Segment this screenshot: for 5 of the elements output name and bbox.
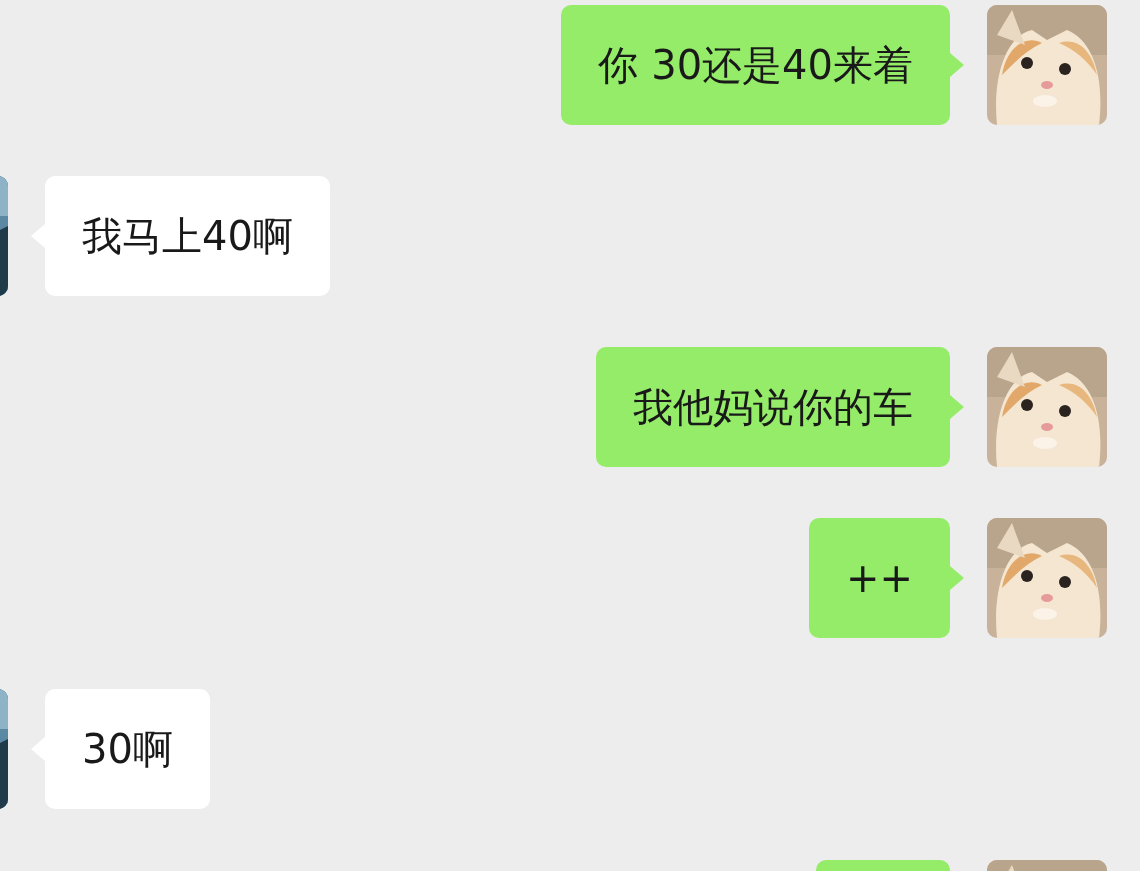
message-bubble: 你 30还是40来着 <box>561 5 964 125</box>
message-bubble: 30啊 <box>31 689 210 809</box>
message-bubble: 我他妈说你的车 <box>596 347 964 467</box>
message-bubble: 我马上40啊 <box>31 176 330 296</box>
message-bubble: ++ <box>808 518 964 638</box>
